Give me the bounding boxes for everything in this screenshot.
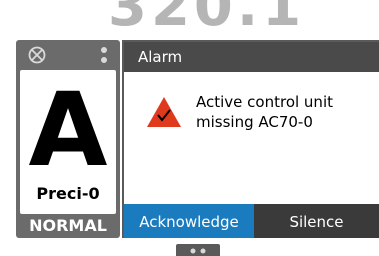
alarm-dialog: Alarm Active control unit missing AC70-0… bbox=[122, 40, 379, 238]
autopilot-screen: 320.1 A Preci-0 NORMAL Alarm Active cont… bbox=[0, 0, 379, 256]
acknowledge-button[interactable]: Acknowledge bbox=[124, 204, 254, 238]
dots-icon bbox=[190, 248, 206, 254]
mode-source: Preci-0 bbox=[36, 184, 100, 203]
bottom-tab[interactable] bbox=[176, 244, 220, 256]
mode-panel-header bbox=[16, 40, 120, 70]
mode-panel[interactable]: A Preci-0 NORMAL bbox=[16, 40, 120, 238]
menu-icon[interactable] bbox=[100, 46, 108, 66]
alarm-message: Active control unit missing AC70-0 bbox=[196, 93, 333, 131]
heading-readout: 320.1 bbox=[108, 0, 306, 39]
mode-letter: A bbox=[28, 71, 108, 190]
alarm-title: Alarm bbox=[138, 48, 183, 66]
alarm-body: Active control unit missing AC70-0 bbox=[124, 72, 379, 204]
warning-icon bbox=[147, 97, 181, 127]
silence-button[interactable]: Silence bbox=[254, 204, 379, 238]
alarm-buttons: Acknowledge Silence bbox=[124, 204, 379, 238]
rudder-icon bbox=[28, 46, 46, 64]
alarm-title-bar: Alarm bbox=[124, 42, 379, 72]
mode-card: A Preci-0 bbox=[20, 70, 116, 214]
mode-status: NORMAL bbox=[29, 216, 107, 235]
